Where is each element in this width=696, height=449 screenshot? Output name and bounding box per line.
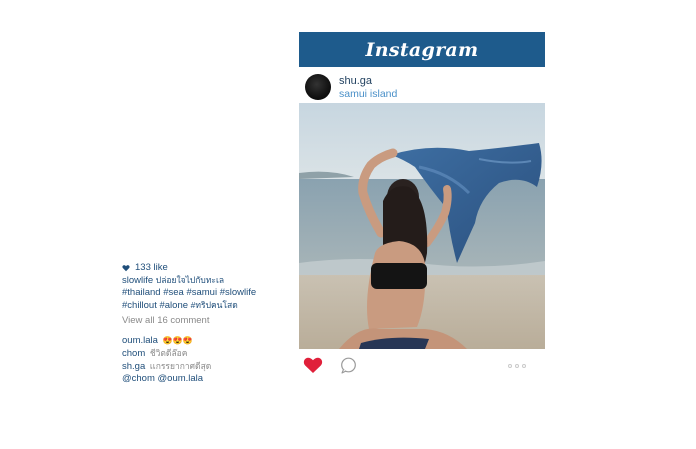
page: 133 like slowlife ปล่อยใจไปกับทะเล #thai… — [0, 0, 696, 449]
comment-user[interactable]: oum.lala — [122, 335, 158, 346]
comment-bubble-icon[interactable] — [340, 357, 357, 374]
comment-user[interactable]: chom — [122, 348, 145, 359]
caption-hashtags-2[interactable]: #chillout #alone #ทริปคนโสด — [122, 299, 302, 312]
comment-item: sh.ga เเกรรยากาศดีสุด — [122, 360, 302, 373]
avatar[interactable] — [305, 74, 331, 100]
likes-count: 133 like — [135, 262, 168, 273]
more-dots-icon[interactable] — [508, 362, 530, 370]
comment-text: เเกรรยากาศดีสุด — [149, 361, 212, 371]
post-actions-bar — [299, 349, 545, 385]
post-location[interactable]: samui island — [339, 88, 397, 100]
comment-item: chom ชีวิตดีล๊อค — [122, 347, 302, 360]
photo-image — [299, 103, 545, 349]
comment-list: oum.lala 😍😍😍 chom ชีวิตดีล๊อค sh.ga เเกร… — [122, 335, 302, 385]
instagram-logo: Instagram — [365, 38, 479, 61]
comment-text: ชีวิตดีล๊อค — [149, 348, 188, 358]
post-profile-header: shu.ga samui island — [299, 67, 545, 103]
comment-user[interactable]: sh.ga — [122, 361, 145, 372]
instagram-post-card: Instagram shu.ga samui island — [299, 32, 545, 392]
caption-hashtags-2-latin[interactable]: #chillout #alone — [122, 300, 188, 311]
dot — [515, 364, 519, 368]
post-caption-block: 133 like slowlife ปล่อยใจไปกับทะเล #thai… — [122, 262, 302, 385]
comment-emoji: 😍😍😍 — [162, 336, 193, 345]
heart-icon — [122, 265, 130, 272]
dot — [508, 364, 512, 368]
comment-item: oum.lala 😍😍😍 — [122, 335, 302, 347]
post-username[interactable]: shu.ga — [339, 75, 372, 87]
caption-author[interactable]: slowlife — [122, 275, 153, 286]
comment-item: @chom @oum.lala — [122, 373, 302, 385]
dot — [522, 364, 526, 368]
post-photo[interactable] — [299, 103, 545, 349]
caption-hashtags-2-thai[interactable]: #ทริปคนโสด — [191, 300, 238, 310]
caption-author-line: slowlife ปล่อยใจไปกับทะเล — [122, 274, 302, 287]
caption-hashtags-1[interactable]: #thailand #sea #samui #slowlife — [122, 287, 302, 299]
heart-filled-icon[interactable] — [303, 356, 323, 374]
likes-row[interactable]: 133 like — [122, 262, 302, 274]
app-header: Instagram — [299, 32, 545, 67]
view-all-comments-link[interactable]: View all 16 comment — [122, 315, 302, 327]
caption-text: ปล่อยใจไปกับทะเล — [155, 275, 225, 285]
comment-mentions[interactable]: @chom @oum.lala — [122, 373, 203, 384]
